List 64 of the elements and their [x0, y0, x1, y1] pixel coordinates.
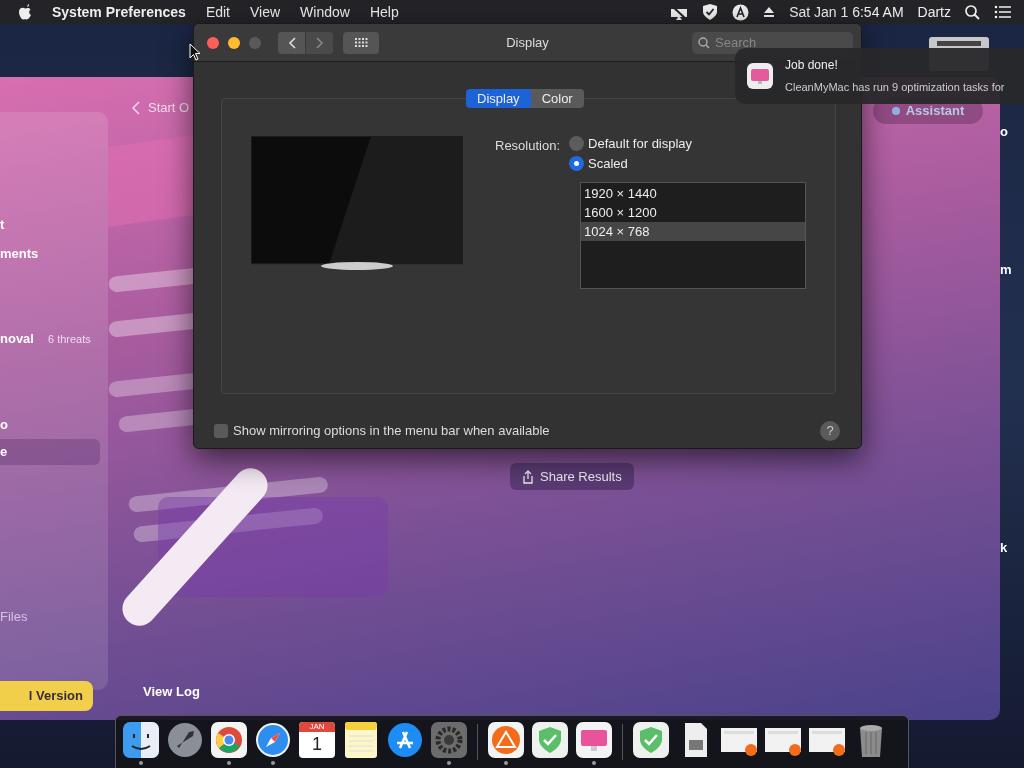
apple-logo-icon[interactable] [18, 4, 32, 20]
user-name[interactable]: Dartz [917, 1, 951, 23]
grid-icon [354, 37, 368, 48]
notification[interactable]: Job done! CleanMyMac has run 9 optimization tasks for [735, 48, 1024, 104]
sidebar-item[interactable]: e [0, 439, 100, 465]
menu-item[interactable]: Window [300, 1, 350, 23]
chevron-right-icon [315, 36, 324, 49]
share-button[interactable]: Share Results [510, 463, 634, 490]
back-button[interactable] [278, 31, 305, 54]
sidebar-row[interactable]: noval 6 threats [0, 326, 100, 352]
window-text: o [1000, 123, 1008, 141]
tab[interactable]: Color [530, 89, 584, 108]
sidebar-item[interactable]: o [0, 412, 100, 438]
radio-button[interactable] [569, 136, 585, 151]
radio-button[interactable] [569, 156, 585, 171]
chevron-left-icon [287, 36, 296, 49]
dot-icon [891, 107, 900, 115]
shield-check-icon[interactable] [532, 722, 568, 758]
monitor-icon [747, 63, 773, 89]
circle-logo-icon[interactable] [211, 722, 247, 758]
circle-glyph-icon[interactable] [732, 3, 750, 21]
window-text: m [1000, 261, 1012, 279]
show-all-button[interactable] [343, 31, 379, 54]
menu-item[interactable]: Edit [205, 1, 230, 23]
app-store-icon[interactable] [387, 722, 423, 758]
radio-label: Scaled [588, 154, 628, 173]
checkbox-label: Show mirroring options in the menu bar when available [233, 422, 550, 441]
menu-item[interactable]: View [250, 1, 281, 23]
shield-check-icon[interactable] [633, 722, 669, 758]
menu-item[interactable]: System Preferences [52, 1, 186, 23]
eject-icon[interactable] [763, 6, 776, 18]
minimize-button[interactable] [228, 36, 240, 49]
gear-icon[interactable] [431, 722, 467, 758]
threat-count: 6 threats [47, 331, 91, 347]
upgrade-button[interactable]: l Version [0, 681, 93, 711]
checkbox[interactable] [214, 424, 228, 438]
resolution-list[interactable]: 1920 × 1440 1600 × 1200 1024 × 768 [580, 182, 807, 289]
notification-text: CleanMyMac has run 9 optimization tasks for [785, 80, 1005, 96]
chevron-left-icon [132, 100, 140, 115]
menu-item[interactable]: Help [369, 1, 399, 23]
window-title: Display [506, 34, 549, 50]
view-log-link[interactable]: View Log [143, 682, 200, 702]
share-icon [522, 469, 534, 484]
smiling-face-icon[interactable] [123, 722, 159, 758]
compass-icon[interactable] [255, 722, 291, 758]
sidebar-label: noval [0, 330, 34, 349]
close-button[interactable] [207, 36, 219, 49]
notepad-icon[interactable] [343, 722, 379, 758]
field-label: Resolution: [495, 137, 561, 155]
radio-label: Default for display [588, 134, 693, 153]
help-button[interactable]: ? [820, 421, 840, 441]
search-icon [698, 36, 710, 49]
tab[interactable]: Display [466, 89, 531, 108]
notification-title: Job done! [785, 57, 839, 75]
shield-check-icon[interactable] [702, 3, 719, 21]
clock[interactable]: Sat Jan 1 6:54 AM [789, 1, 904, 23]
monitor-icon[interactable] [576, 722, 612, 758]
list-icon[interactable] [994, 5, 1012, 19]
list-item[interactable]: 1024 × 768 [581, 222, 806, 241]
list-item[interactable]: 1920 × 1440 [581, 184, 806, 203]
list-item[interactable]: 1600 × 1200 [581, 203, 806, 222]
calendar-icon[interactable]: JAN 1 [299, 722, 335, 758]
window-text: k [1000, 539, 1008, 557]
search-icon[interactable] [965, 4, 980, 20]
